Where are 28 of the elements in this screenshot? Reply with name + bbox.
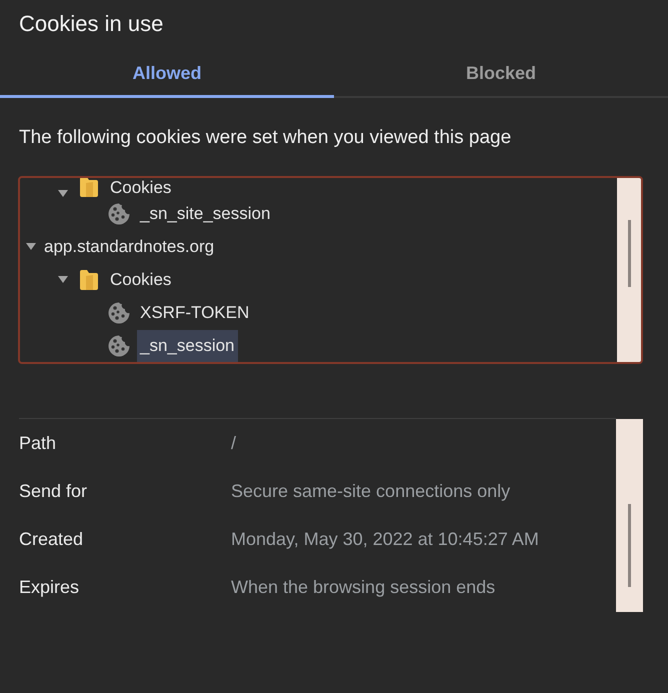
tab[interactable]: Allowed bbox=[0, 52, 334, 98]
caret-icon[interactable] bbox=[26, 243, 36, 250]
scrollbar-thumb[interactable] bbox=[628, 220, 631, 287]
tree-item-label[interactable]: _sn_session bbox=[137, 330, 238, 362]
detail-value: When the browsing session ends bbox=[231, 576, 496, 598]
cookie-icon bbox=[108, 334, 130, 356]
tree-item-label[interactable]: XSRF-TOKEN bbox=[137, 296, 252, 328]
detail-label: Expires bbox=[19, 576, 80, 598]
detail-value: / bbox=[231, 432, 236, 454]
description-text: The following cookies were set when you viewed this page bbox=[19, 126, 512, 150]
scrollbar-thumb[interactable] bbox=[628, 504, 631, 587]
detail-label: Created bbox=[19, 528, 84, 550]
tree-item-label[interactable]: app.standardnotes.org bbox=[41, 230, 218, 262]
detail-value: Secure same-site connections only bbox=[231, 480, 510, 502]
folder-icon bbox=[80, 270, 98, 290]
detail-label: Send for bbox=[19, 480, 88, 502]
tree-item-label[interactable]: Cookies bbox=[107, 178, 174, 197]
tab[interactable]: Blocked bbox=[334, 52, 668, 98]
folder-icon bbox=[80, 178, 98, 197]
detail-label: Path bbox=[19, 432, 58, 454]
caret-icon[interactable] bbox=[58, 276, 68, 283]
cookie-icon bbox=[108, 302, 130, 324]
tree-item-label[interactable]: Cookies bbox=[107, 264, 174, 296]
caret-icon[interactable] bbox=[58, 190, 68, 197]
detail-value: Monday, May 30, 2022 at 10:45:27 AM bbox=[231, 528, 539, 550]
cookie-icon bbox=[108, 202, 130, 224]
dialog-title: Cookies in use bbox=[18, 10, 164, 38]
tree-item-label[interactable]: _sn_site_session bbox=[137, 198, 274, 230]
